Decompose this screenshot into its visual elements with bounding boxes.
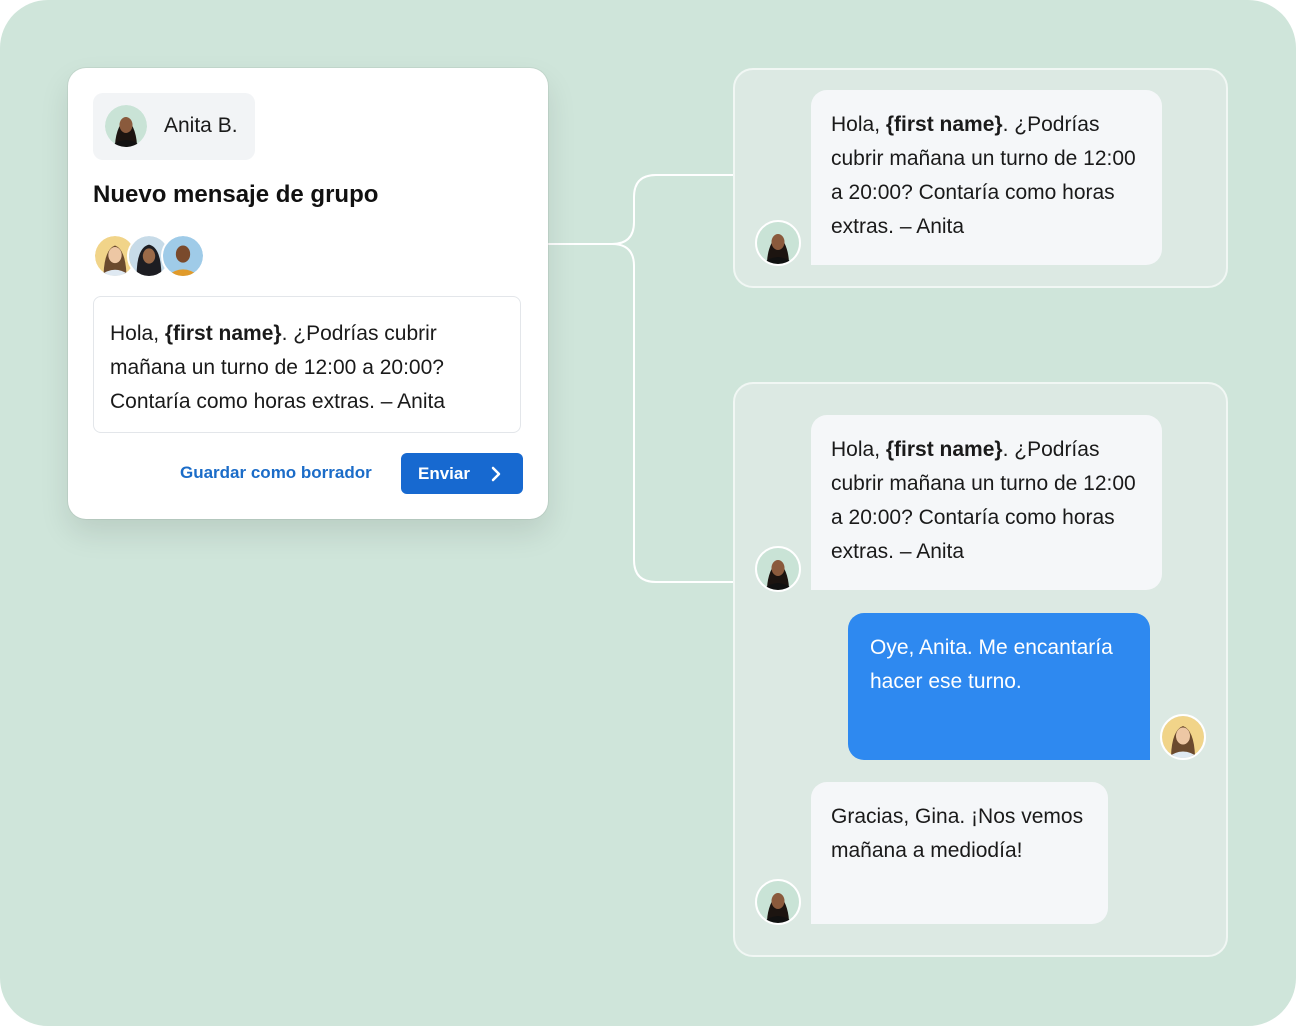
canvas: Anita B. Nuevo mensaje de grupo Hola, {f…: [0, 0, 1296, 1026]
recipient-avatar: [1160, 714, 1206, 760]
sender-avatar: [755, 879, 801, 925]
first-name-token: {first name}: [164, 322, 282, 345]
send-button-label: Enviar: [418, 464, 470, 483]
message-prefix: Hola,: [831, 438, 886, 461]
sender-avatar: [755, 220, 801, 266]
message-bubble-incoming: Hola, {first name}. ¿Podrías cubrir maña…: [811, 90, 1162, 265]
message-prefix: Hola,: [831, 113, 886, 136]
sender-chip[interactable]: Anita B.: [93, 93, 255, 160]
chevron-right-icon: [491, 466, 501, 482]
recipient-avatar: [161, 234, 205, 278]
sender-avatar: [105, 105, 147, 147]
save-draft-link[interactable]: Guardar como borrador: [180, 461, 372, 485]
message-input[interactable]: Hola, {first name}. ¿Podrías cubrir maña…: [93, 296, 521, 433]
message-prefix: Hola,: [110, 322, 165, 345]
first-name-token: {first name}: [885, 438, 1003, 461]
page-title: Nuevo mensaje de grupo: [93, 181, 379, 208]
first-name-token: {first name}: [885, 113, 1003, 136]
message-bubble-incoming: Hola, {first name}. ¿Podrías cubrir maña…: [811, 415, 1162, 590]
recipient-avatars[interactable]: [93, 234, 213, 278]
message-bubble-incoming: Gracias, Gina. ¡Nos vemos mañana a medio…: [811, 782, 1108, 924]
send-button[interactable]: Enviar: [401, 453, 523, 494]
message-bubble-outgoing: Oye, Anita. Me encantaría hacer ese turn…: [848, 613, 1150, 760]
sender-name: Anita B.: [164, 114, 238, 137]
compose-card: Anita B. Nuevo mensaje de grupo Hola, {f…: [68, 68, 548, 519]
sender-avatar: [755, 546, 801, 592]
